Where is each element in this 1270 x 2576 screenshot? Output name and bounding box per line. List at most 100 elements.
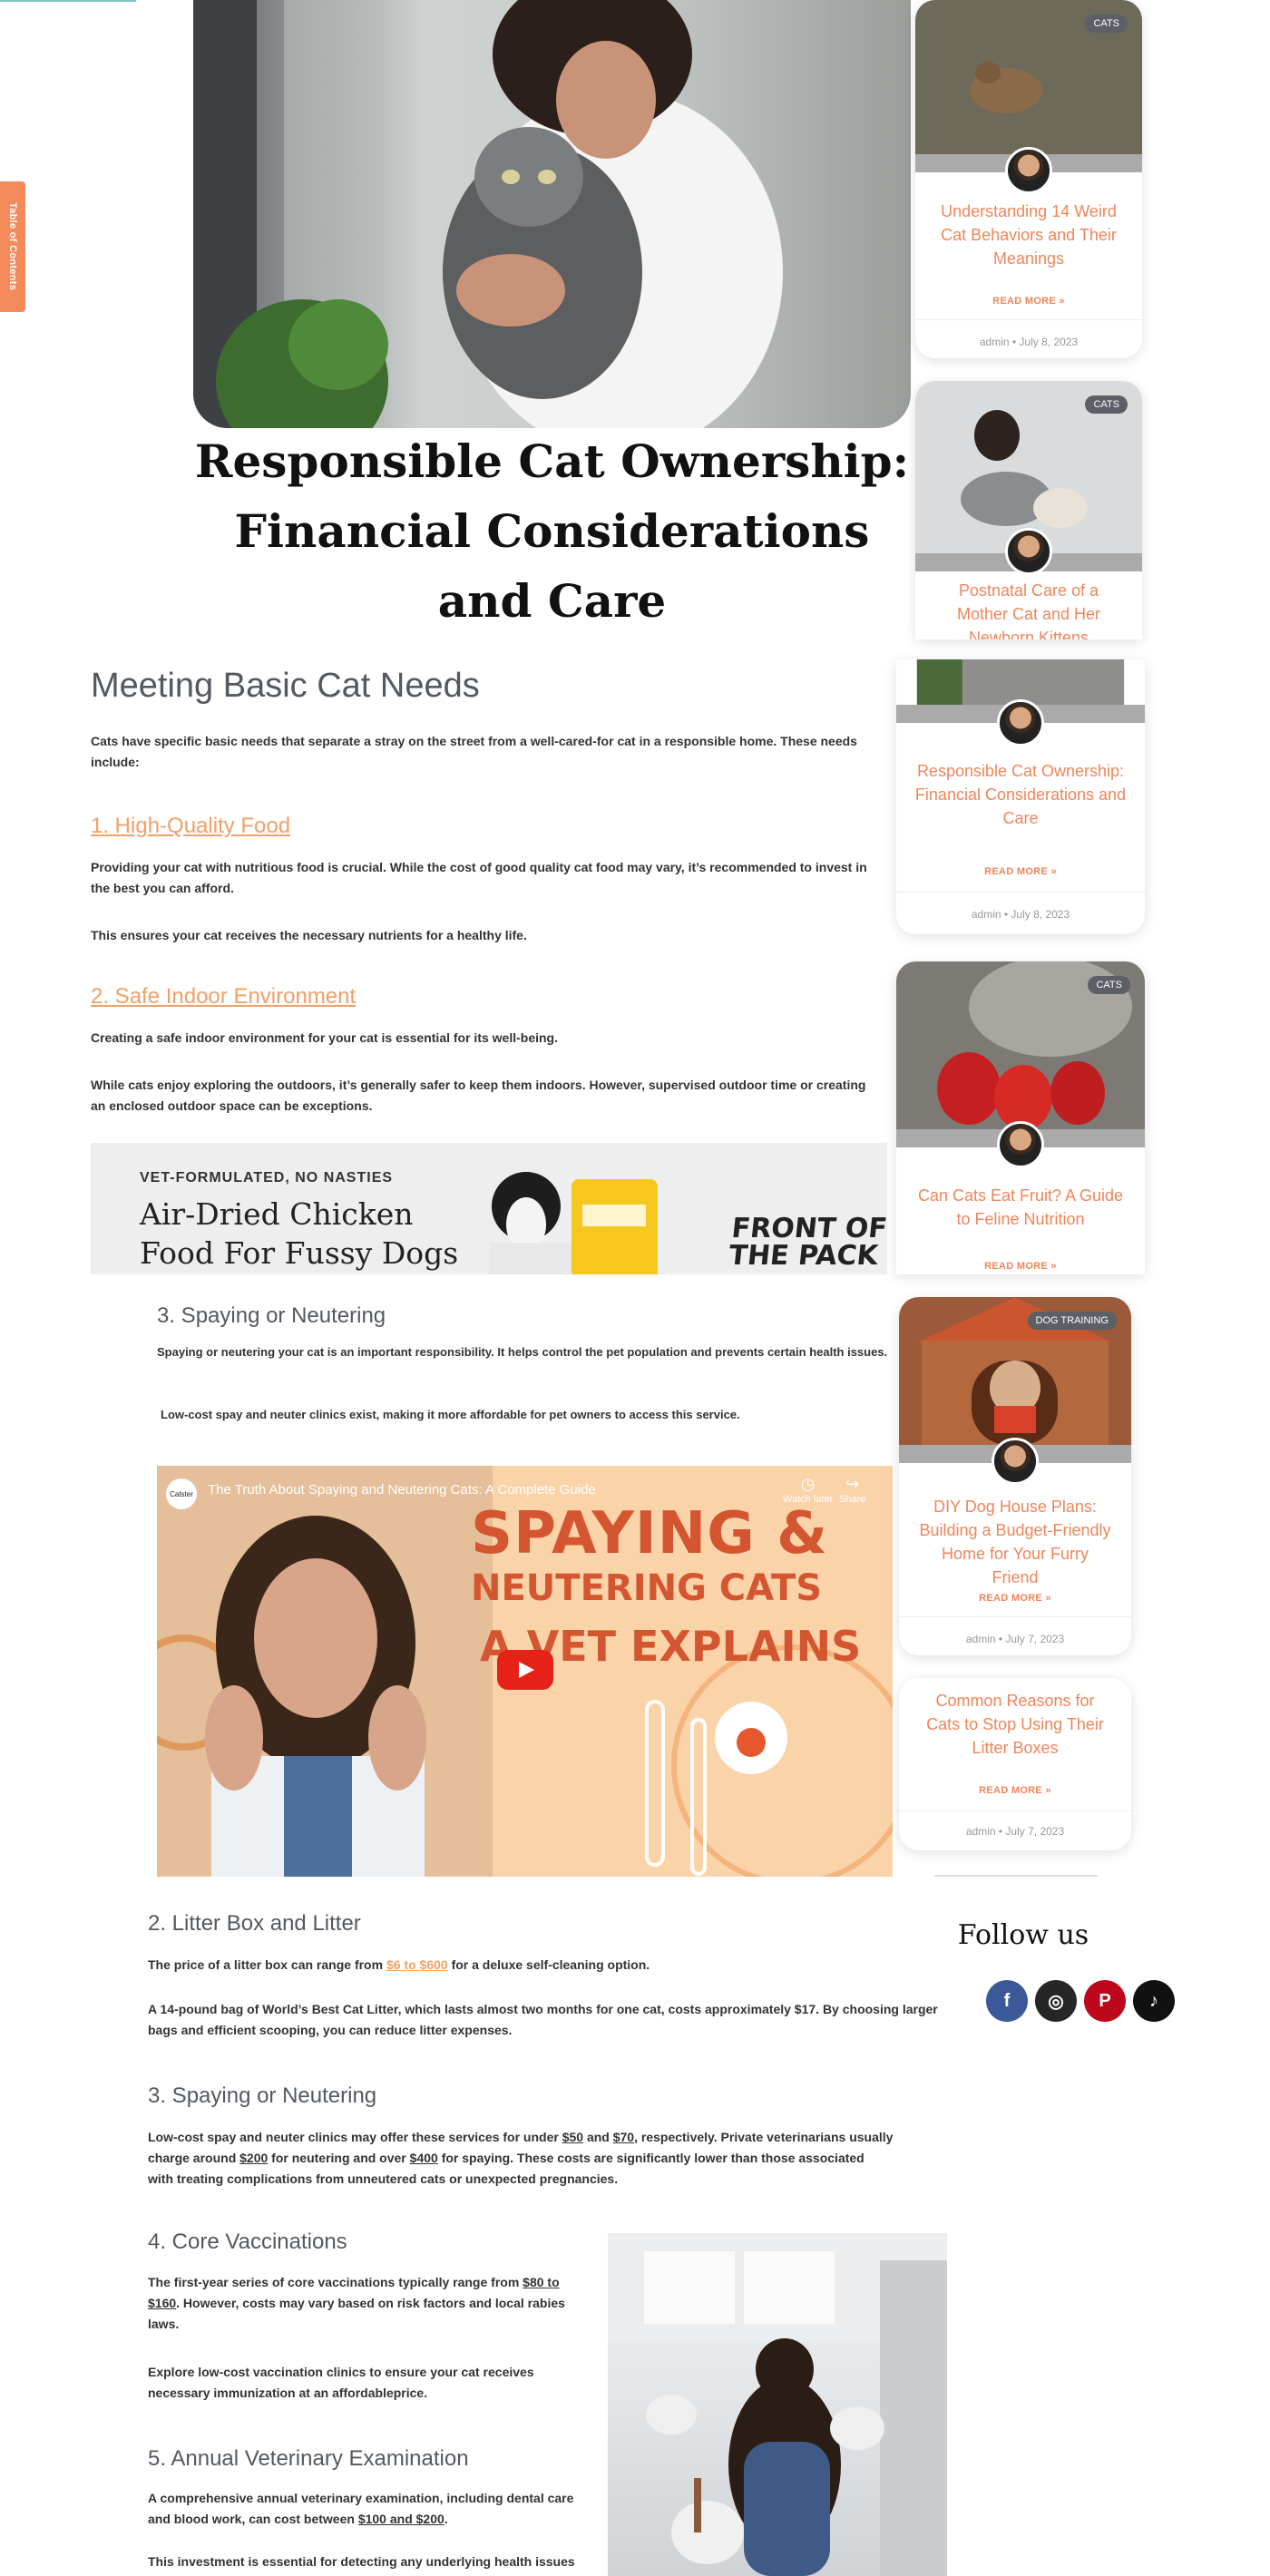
read-more-link[interactable]: READ MORE » [896,1261,1145,1272]
price-link[interactable]: $600 [420,1957,448,1972]
post-date: July 8, 2023 [1019,336,1079,348]
author-avatar [1005,528,1052,575]
ad-headline: Air-Dried Chicken Food For Fussy Dogs [140,1196,459,1271]
pinterest-icon[interactable]: P [1084,1980,1126,2022]
section-heading: 3. Spaying or Neutering [148,2083,377,2108]
section-heading: Meeting Basic Cat Needs [91,667,480,705]
meta-separator: • [1011,336,1017,348]
sidebar-post-card[interactable]: DOG TRAINING DIY Dog House Plans: Buildi… [899,1297,1131,1655]
instagram-icon[interactable]: ◎ [1035,1980,1077,2022]
price-link[interactable]: $100 and $200 [358,2512,444,2526]
channel-avatar[interactable]: Catster [166,1478,197,1509]
post-meta: admin • July 7, 2023 [899,1633,1131,1645]
read-more-link[interactable]: READ MORE » [915,296,1142,307]
paragraph: Explore low-cost vaccination clinics to … [148,2365,534,2400]
meta-separator: • [998,1633,1003,1645]
price-link[interactable]: $400 [410,2151,438,2165]
share-icon: ↪ [845,1475,860,1493]
paragraph: Providing your cat with nutritious food … [91,860,867,895]
paragraph: While cats enjoy exploring the outdoors,… [91,1078,866,1113]
read-more-link[interactable]: READ MORE » [896,866,1145,877]
read-more-link[interactable]: READ MORE » [899,1785,1131,1796]
sidebar-post-card[interactable]: CATS Can Cats Eat Fruit? A Guide to Feli… [896,961,1145,1274]
facebook-icon[interactable]: f [986,1980,1028,2022]
paragraph: This ensures your cat receives the neces… [91,928,527,942]
vet-cat-photo [608,2233,947,2576]
post-title[interactable]: Common Reasons for Cats to Stop Using Th… [917,1689,1113,1760]
share-button[interactable]: ↪ Share [839,1475,865,1505]
table-of-contents-tab[interactable]: Table of Contents [0,181,25,312]
post-title[interactable]: Understanding 14 Weird Cat Behaviors and… [933,200,1124,270]
video-overlay-text: NEUTERING CATS [471,1567,823,1609]
author-avatar [997,699,1044,746]
post-meta: admin • July 7, 2023 [899,1825,1131,1838]
post-title[interactable]: Responsible Cat Ownership: Financial Con… [914,759,1127,830]
sidebar-post-card[interactable]: Common Reasons for Cats to Stop Using Th… [899,1678,1131,1850]
post-author: admin [979,336,1010,348]
paragraph: A comprehensive annual veterinary examin… [148,2491,574,2526]
post-title[interactable]: Postnatal Care of a Mother Cat and Her N… [933,579,1124,639]
price-link[interactable]: $80 to [523,2275,559,2289]
price-link[interactable]: $50 [562,2130,583,2144]
author-avatar [1005,147,1052,194]
post-author: admin [965,1825,996,1838]
advertisement-banner[interactable]: VET-FORMULATED, NO NASTIES Air-Dried Chi… [91,1143,887,1274]
post-meta: admin • July 8, 2023 [896,908,1145,921]
post-author: admin [965,1633,996,1645]
paragraph: Low-cost spay and neuter clinics exist, … [161,1408,740,1421]
price-link[interactable]: $160 [148,2296,176,2310]
category-badge[interactable]: CATS [1085,15,1128,33]
card-divider [896,892,1145,893]
ad-brand-logo: FRONT OF THE PACK [727,1213,887,1272]
sidebar-post-card[interactable]: Responsible Cat Ownership: Financial Con… [896,659,1145,934]
sidebar-post-card[interactable]: CATS Understanding 14 Weird Cat Behavior… [915,0,1142,358]
article-title: Responsible Cat Ownership: Financial Con… [194,434,910,628]
post-date: July 8, 2023 [1011,908,1070,921]
follow-us-heading: Follow us [957,1919,1089,1951]
play-icon[interactable] [497,1650,553,1690]
author-avatar [992,1438,1039,1485]
paragraph: Creating a safe indoor environment for y… [91,1030,558,1045]
read-more-link[interactable]: READ MORE » [899,1593,1131,1604]
hero-image [193,0,911,428]
section-heading: 4. Core Vaccinations [148,2230,347,2254]
clock-icon: ◷ [800,1475,816,1493]
youtube-video-embed[interactable]: Catster The Truth About Spaying and Neut… [157,1466,893,1877]
toc-label: Table of Contents [7,202,18,291]
meta-separator: • [998,1825,1003,1838]
paragraph: This investment is essential for detecti… [148,2554,575,2569]
section-heading: 3. Spaying or Neutering [157,1303,386,1328]
tiktok-icon[interactable]: ♪ [1133,1980,1175,2022]
heading-link-food[interactable]: 1. High-Quality Food [91,814,290,839]
card-divider [899,1810,1131,1811]
category-badge[interactable]: CATS [1085,395,1128,414]
paragraph: The first-year series of core vaccinatio… [148,2275,565,2331]
sidebar-divider [934,1875,1098,1877]
top-progress-line [0,0,136,2]
price-link[interactable]: $6 [386,1957,401,1972]
card-divider [899,1616,1131,1617]
post-title[interactable]: DIY Dog House Plans: Building a Budget-F… [917,1495,1113,1589]
price-link[interactable]: $200 [239,2151,268,2165]
post-author: admin [971,908,1001,921]
section-heading: 5. Annual Veterinary Examination [148,2446,469,2471]
category-badge[interactable]: CATS [1088,976,1130,994]
post-thumbnail [916,659,1125,705]
paragraph: Spaying or neutering your cat is an impo… [157,1345,888,1359]
section-heading: 2. Litter Box and Litter [148,1911,361,1936]
post-title[interactable]: Can Cats Eat Fruit? A Guide to Feline Nu… [914,1184,1127,1231]
post-date: July 7, 2023 [1005,1633,1065,1645]
price-link[interactable]: $70 [613,2130,634,2144]
author-avatar [997,1121,1044,1168]
video-overlay-text: SPAYING & [471,1500,828,1567]
post-meta: admin • July 8, 2023 [915,336,1142,348]
ad-product-image [490,1172,658,1274]
paragraph: Low-cost spay and neuter clinics may off… [148,2130,894,2186]
sidebar-post-card[interactable]: CATS Postnatal Care of a Mother Cat and … [915,381,1142,639]
category-badge[interactable]: DOG TRAINING [1027,1312,1117,1330]
ad-kicker: VET-FORMULATED, NO NASTIES [140,1170,394,1186]
video-title[interactable]: The Truth About Spaying and Neutering Ca… [208,1482,596,1498]
heading-link-indoor[interactable]: 2. Safe Indoor Environment [91,984,356,1010]
post-date: July 7, 2023 [1005,1825,1065,1838]
card-divider [915,319,1142,320]
